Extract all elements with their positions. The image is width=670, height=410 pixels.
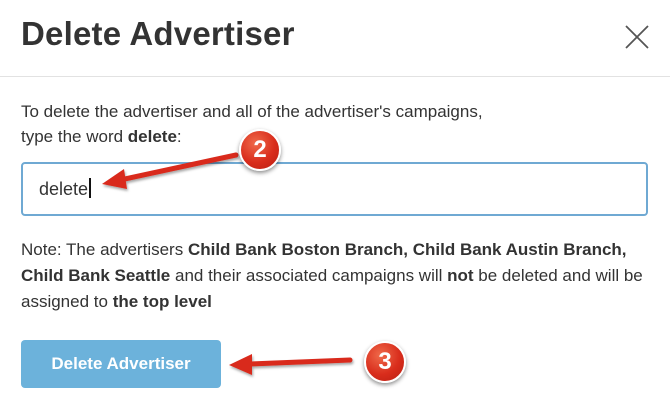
note-destination: the top level (112, 292, 212, 311)
instruction-keyword: delete (127, 127, 177, 146)
dialog-title: Delete Advertiser (21, 15, 295, 52)
instruction-line-2-suffix: : (176, 127, 182, 146)
note-prefix: Note: The advertisers (21, 240, 188, 259)
instruction-line-1: To delete the advertiser and all of the … (21, 102, 483, 121)
delete-advertiser-dialog: Delete Advertiser To delete the advertis… (0, 0, 670, 410)
confirm-delete-input-value: delete (39, 178, 91, 200)
instruction-text: To delete the advertiser and all of the … (21, 99, 641, 149)
step-3-callout: 3 (364, 341, 406, 383)
input-value-text: delete (39, 179, 89, 199)
note-middle: and their associated campaigns will (170, 266, 448, 285)
arrow-to-button (229, 354, 353, 375)
note-text: Note: The advertisers Child Bank Boston … (21, 237, 651, 315)
text-caret (89, 178, 91, 198)
confirm-delete-input[interactable]: delete (21, 162, 648, 216)
delete-advertiser-button[interactable]: Delete Advertiser (21, 340, 221, 388)
close-icon[interactable] (624, 24, 650, 50)
dialog-header: Delete Advertiser (0, 0, 670, 77)
instruction-line-2-prefix: type the word (21, 127, 128, 146)
step-2-callout: 2 (239, 129, 281, 171)
note-emphasis: not (447, 266, 474, 285)
